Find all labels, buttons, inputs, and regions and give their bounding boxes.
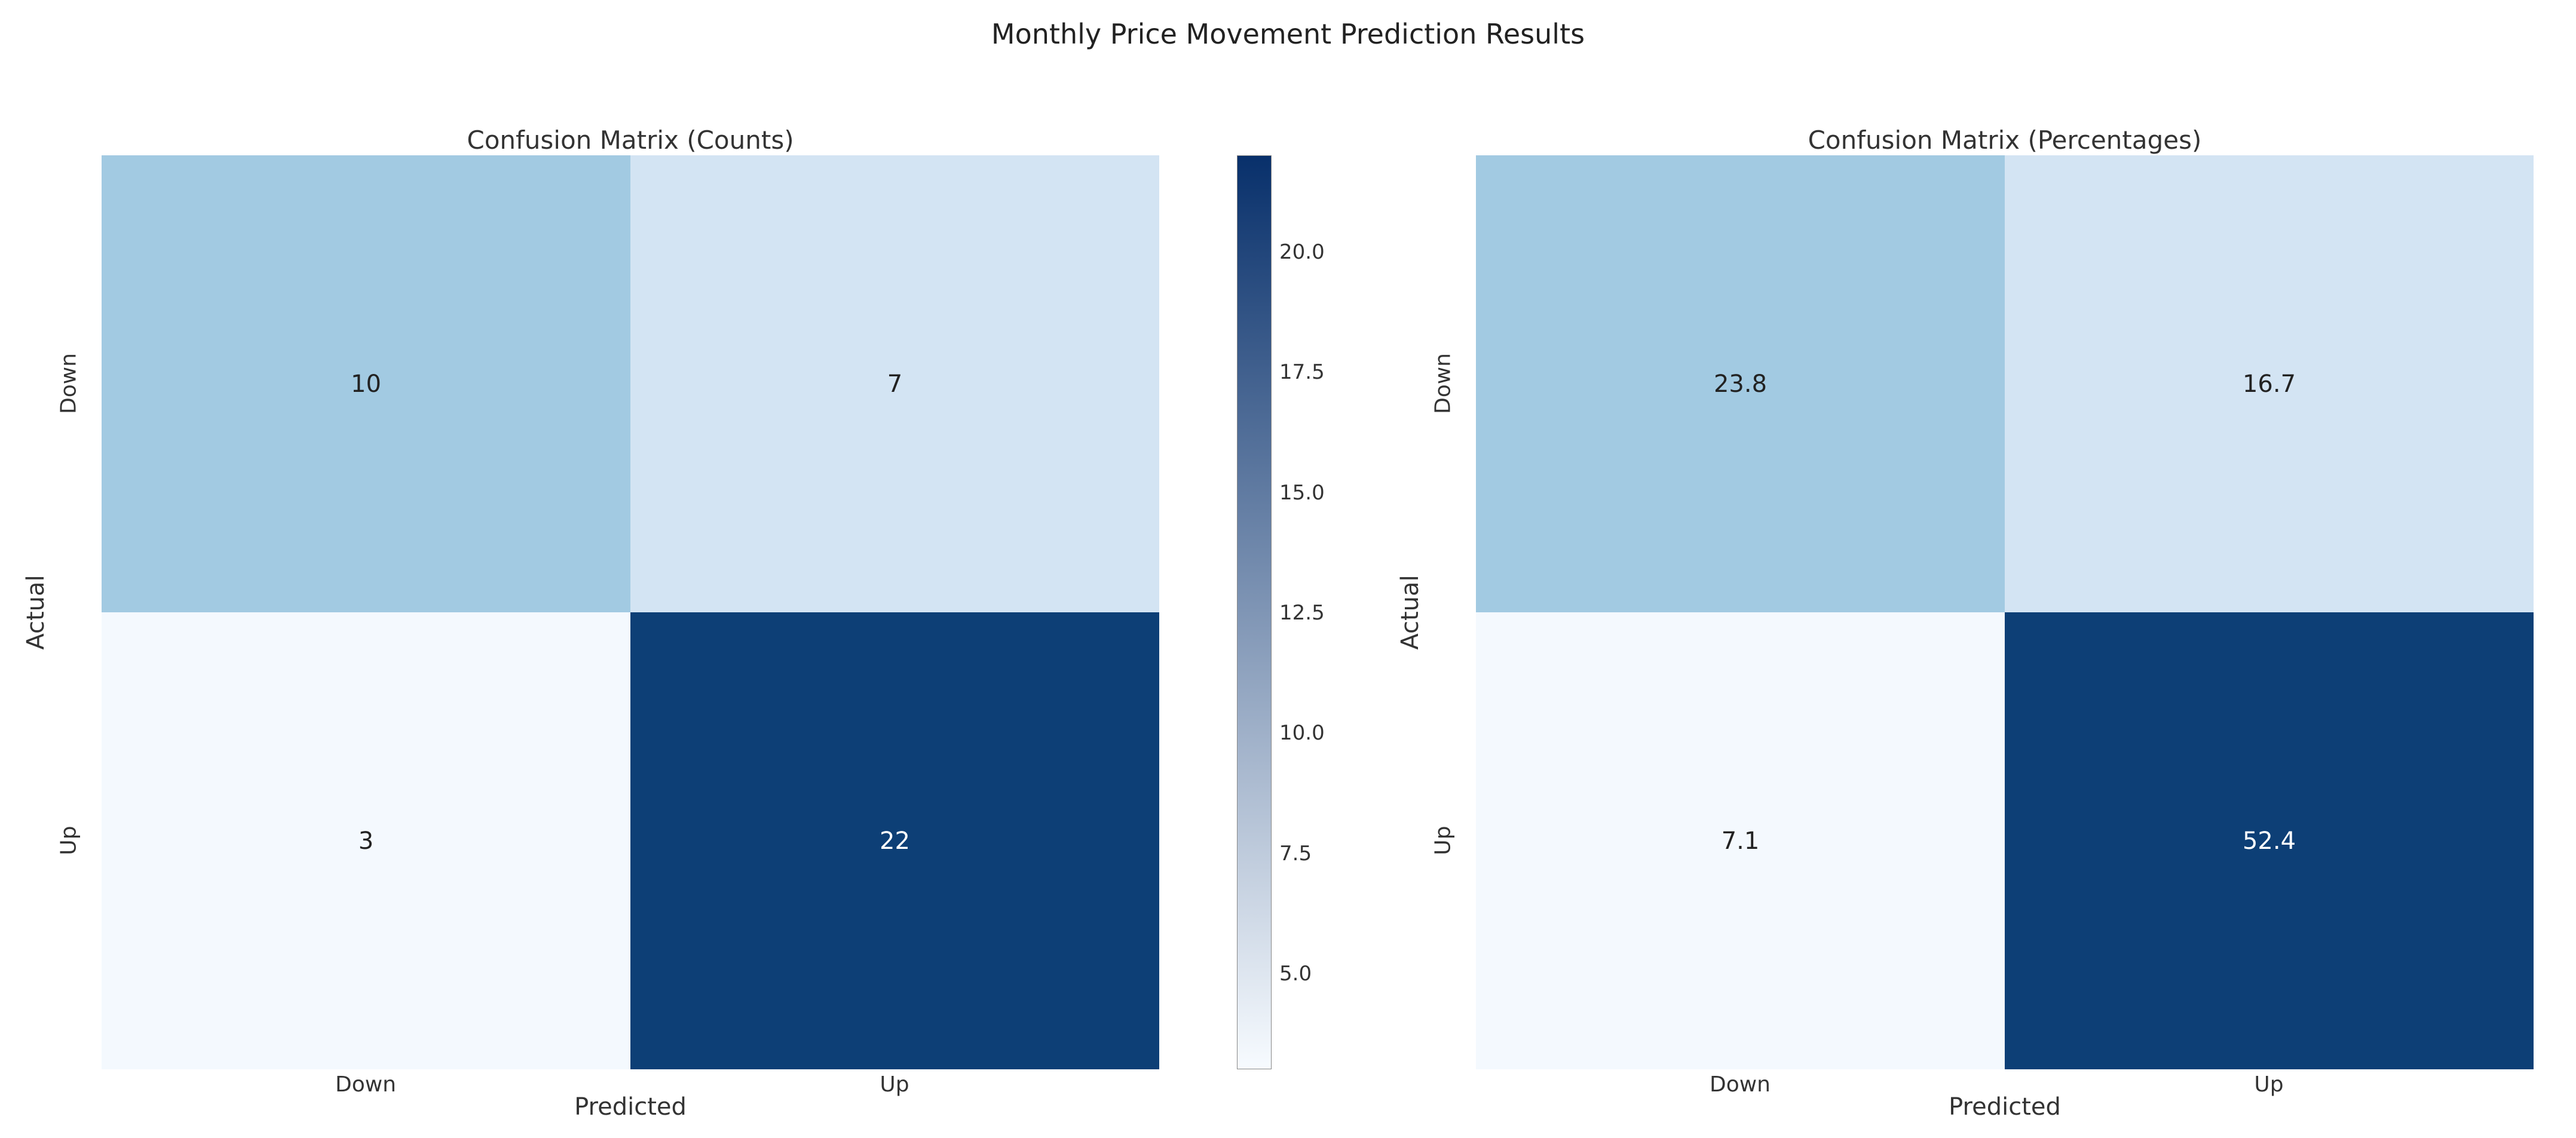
ytick-counts-down: Down (57, 353, 81, 414)
ylabel-percentages: Actual (1396, 575, 1424, 649)
xlabel-percentages: Predicted (1476, 1093, 2534, 1121)
colorbar-tick: 5.0 (1279, 962, 1312, 986)
colorbar-tick: 12.5 (1279, 601, 1325, 625)
subplot-percentages: Confusion Matrix (Percentages) 23.8 16.7… (1476, 155, 2534, 1069)
cell-counts-actual-down-pred-up: 7 (630, 155, 1159, 612)
cell-pct-actual-up-pred-up: 52.4 (2005, 612, 2534, 1069)
cell-pct-actual-up-pred-down: 7.1 (1476, 612, 2005, 1069)
subplot-title-counts: Confusion Matrix (Counts) (102, 125, 1159, 155)
figure: Monthly Price Movement Prediction Result… (0, 0, 2576, 1138)
colorbar-tick: 17.5 (1279, 360, 1325, 384)
cell-counts-actual-down-pred-down: 10 (102, 155, 630, 612)
cell-pct-actual-down-pred-down: 23.8 (1476, 155, 2005, 612)
xtick-pct-up: Up (2254, 1072, 2283, 1097)
ytick-counts-up: Up (57, 826, 81, 855)
colorbar-tick: 7.5 (1279, 842, 1312, 866)
subplot-counts: Confusion Matrix (Counts) 10 7 3 22 Actu… (102, 155, 1159, 1069)
figure-suptitle: Monthly Price Movement Prediction Result… (0, 18, 2576, 50)
heatmap-counts: 10 7 3 22 (102, 155, 1159, 1069)
ytick-pct-up: Up (1431, 826, 1456, 855)
xtick-counts-up: Up (880, 1072, 909, 1097)
heatmap-percentages: 23.8 16.7 7.1 52.4 (1476, 155, 2534, 1069)
colorbar-tick: 10.0 (1279, 721, 1325, 745)
cell-pct-actual-down-pred-up: 16.7 (2005, 155, 2534, 612)
cell-counts-actual-up-pred-down: 3 (102, 612, 630, 1069)
ylabel-counts: Actual (22, 575, 50, 649)
ytick-pct-down: Down (1431, 353, 1456, 414)
xtick-counts-down: Down (335, 1072, 396, 1097)
colorbar-tick: 15.0 (1279, 481, 1325, 505)
colorbar-tick: 20.0 (1279, 240, 1325, 264)
subplot-title-percentages: Confusion Matrix (Percentages) (1476, 125, 2534, 155)
xtick-pct-down: Down (1710, 1072, 1771, 1097)
xlabel-counts: Predicted (102, 1093, 1159, 1121)
cell-counts-actual-up-pred-up: 22 (630, 612, 1159, 1069)
colorbar-counts: 20.017.515.012.510.07.55.0 (1237, 155, 1272, 1069)
